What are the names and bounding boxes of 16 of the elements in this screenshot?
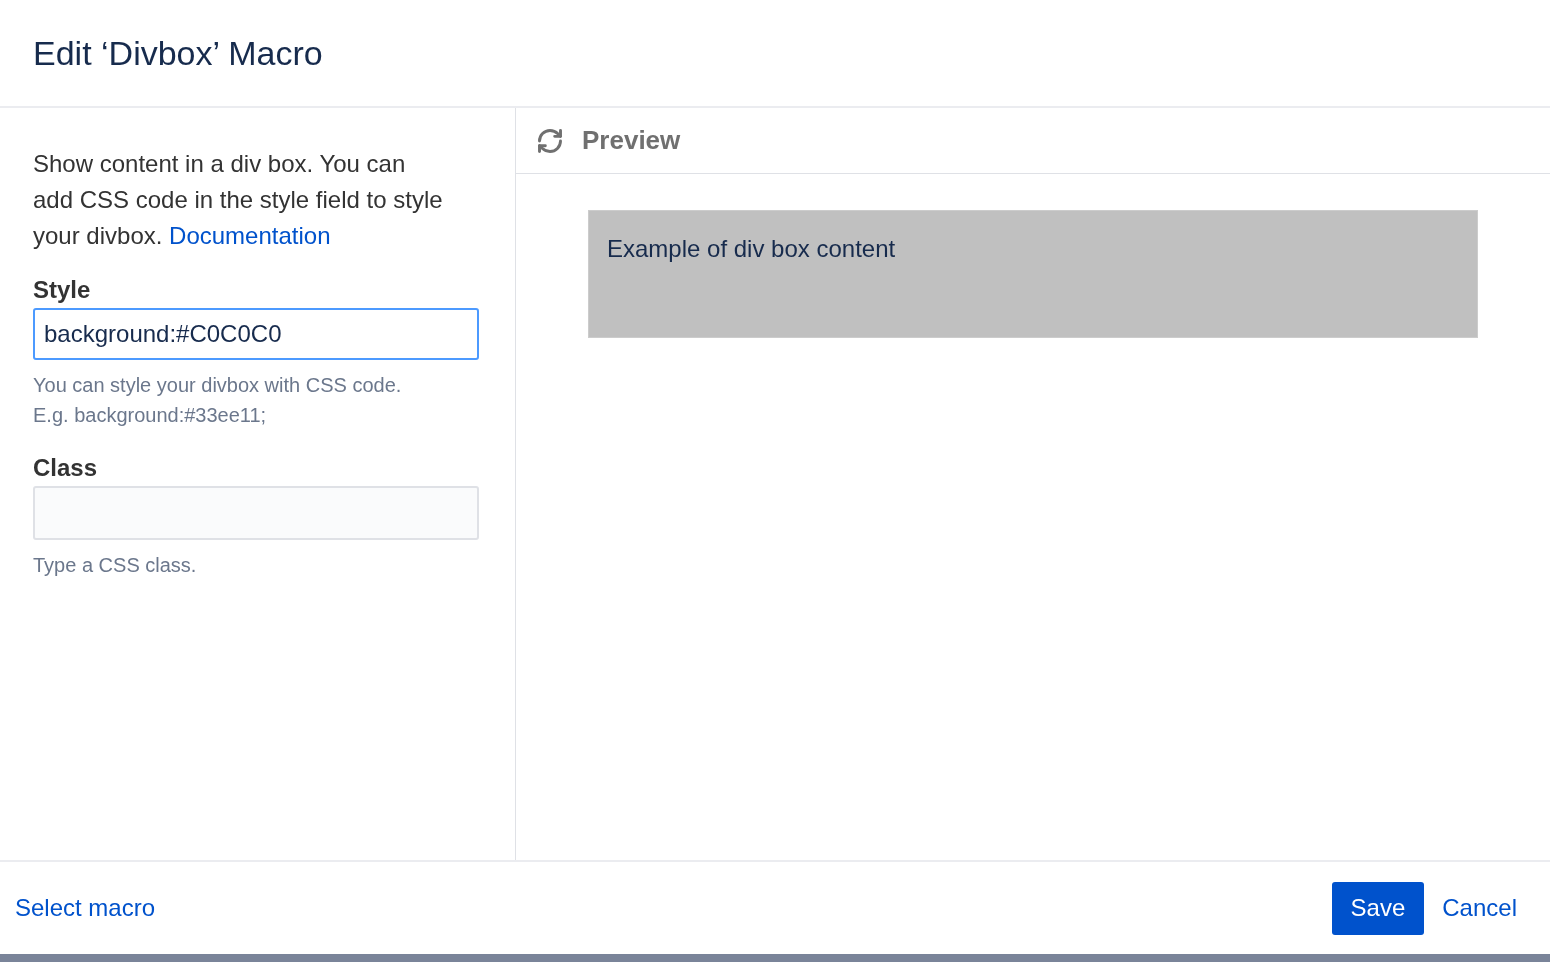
help-text: E.g. background:#33ee11; [33, 403, 268, 428]
preview-title: Preview [582, 124, 681, 157]
cancel-button[interactable]: Cancel [1442, 890, 1517, 926]
save-button[interactable]: Save [1331, 881, 1425, 935]
input-field[interactable]: background:#C0C0C0 [33, 308, 479, 360]
documentation-link[interactable]: Documentation [169, 222, 331, 249]
select-macro-link[interactable]: Select macro [15, 890, 156, 926]
field-label: Style [33, 275, 92, 305]
description-text: Show content in a div box. You can add CSS code in the style field to style your divbox. Documentation [33, 149, 443, 251]
box-content-text: Example of div box content [607, 235, 896, 262]
dialog-title: Edit ‘Divbox’ Macro [33, 32, 323, 74]
help-text: Type a CSS class. [33, 553, 198, 578]
field-label: Class [33, 453, 99, 483]
refresh-icon[interactable] [536, 126, 564, 155]
help-text: You can style your divbox with CSS code. [33, 373, 403, 398]
input-field[interactable] [33, 486, 479, 540]
